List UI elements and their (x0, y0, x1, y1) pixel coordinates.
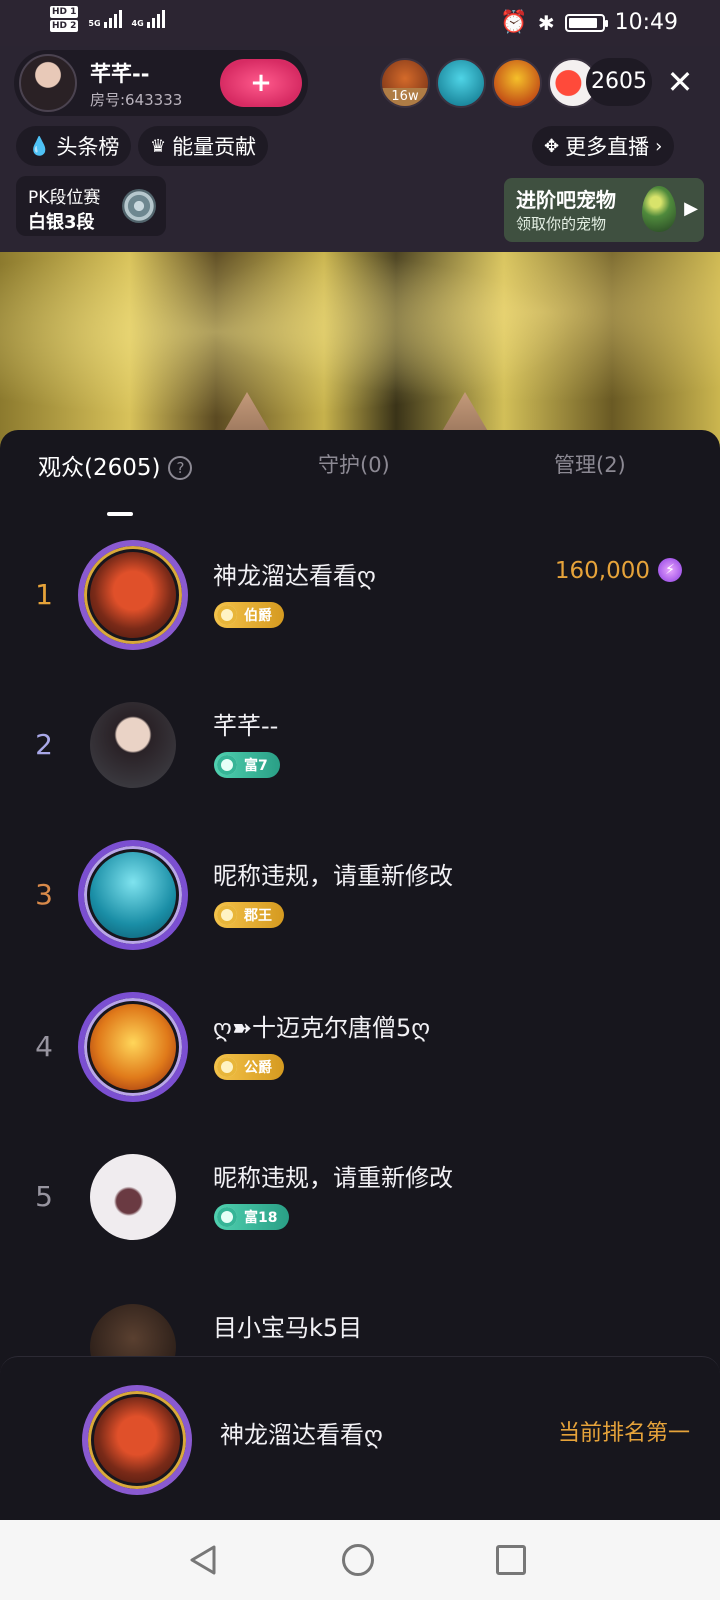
user-name: 昵称违规，请重新修改 (213, 1164, 453, 1192)
host-avatar[interactable] (19, 54, 77, 112)
top-viewers: 16w (380, 56, 604, 110)
help-icon[interactable]: ? (168, 456, 193, 480)
user-name: 昵称违规，请重新修改 (213, 862, 453, 890)
user-name: 芊芊-- (213, 712, 279, 740)
hd2-badge: HD 2 (50, 20, 79, 32)
pk-rank: 白银3段 (28, 212, 95, 233)
net-4g-label: 4G (131, 19, 144, 28)
audience-row[interactable]: 5 昵称违规，请重新修改 富18 (0, 1132, 720, 1262)
avatar-frame (82, 1385, 192, 1495)
user-name: 目小宝马k5目 (213, 1314, 363, 1342)
wealth-badge: 富7 (214, 752, 280, 778)
more-live-chip[interactable]: ✥ 更多直播 › (532, 126, 675, 166)
user-name: 神龙溜达看看ღ (213, 562, 376, 590)
host-info[interactable]: 芊芊-- 房号:643333 + (14, 50, 308, 116)
more-live-label: 更多直播 (565, 135, 650, 159)
tab-audience[interactable]: 观众(2605)? (38, 448, 193, 482)
rank-number: 1 (35, 578, 53, 611)
pet-egg-icon (642, 186, 676, 232)
system-nav-bar (0, 1520, 720, 1600)
pk-rank-icon (122, 189, 156, 223)
avatar-frame (78, 540, 188, 650)
pet-subtitle: 领取你的宠物 (516, 215, 607, 233)
user-avatar[interactable] (90, 702, 176, 788)
drop-icon: 💧 (28, 135, 51, 157)
viewer-count[interactable]: 2605 (586, 58, 652, 106)
live-room-screen: HD 1 HD 2 5G 4G ⏰ ✱ 10:49 芊芊-- 房号:643333… (0, 0, 720, 1600)
audience-row[interactable]: 1 神龙溜达看看ღ 伯爵 160,000 ⚡ (0, 530, 720, 660)
rank-number: 3 (35, 878, 53, 911)
net-5g-label: 5G (88, 19, 101, 28)
audience-row[interactable]: 3 昵称违规，请重新修改 郡王 (0, 830, 720, 960)
energy-chip[interactable]: ♛ 能量贡献 (138, 126, 269, 166)
headline-rank-chip[interactable]: 💧 头条榜 (16, 126, 132, 166)
energy-bolt-icon: ⚡ (658, 558, 682, 582)
status-bar: HD 1 HD 2 5G 4G ⏰ ✱ 10:49 (0, 0, 720, 46)
audience-row[interactable]: 2 芊芊-- 富7 (0, 680, 720, 810)
panel-tabs: 观众(2605)? 守护(0) 管理(2) (0, 448, 720, 516)
user-name: ღ➽十迈克尔唐僧5ღ (213, 1014, 431, 1042)
follow-button[interactable]: + (220, 59, 302, 107)
energy-label: 能量贡献 (172, 135, 257, 159)
contribution-score: 160,000 (554, 558, 650, 584)
play-arrow-icon: ▶ (684, 198, 698, 219)
viewer-avatar[interactable]: 16w (380, 58, 430, 108)
audience-row[interactable]: 4 ღ➽十迈克尔唐僧5ღ 公爵 (0, 982, 720, 1112)
close-icon[interactable]: ✕ (660, 60, 700, 104)
chevron-right-icon: › (655, 135, 663, 157)
host-name: 芊芊-- (90, 62, 150, 86)
level-badge: 公爵 (214, 1054, 284, 1080)
my-rank-bar: 神龙溜达看看ღ 当前排名第一 (0, 1356, 720, 1520)
signal-5g-icon: 5G (88, 10, 122, 28)
room-number: 房号:643333 (90, 91, 183, 109)
signal-4g-icon: 4G (132, 10, 165, 28)
crown-icon: ♛ (150, 135, 167, 157)
grid-icon: ✥ (544, 135, 560, 157)
tab-admin[interactable]: 管理(2) (554, 449, 626, 479)
rank-number: 4 (35, 1030, 53, 1063)
hd-indicators: HD 1 HD 2 (50, 6, 79, 32)
pk-title: PK段位赛 (28, 188, 101, 208)
my-rank-status: 当前排名第一 (557, 1421, 690, 1446)
clock: 10:49 (614, 10, 678, 35)
my-name: 神龙溜达看看ღ (220, 1421, 383, 1449)
avatar-frame (78, 992, 188, 1102)
bluetooth-icon: ✱ (537, 10, 555, 35)
battery-icon (564, 13, 608, 32)
tab-active-indicator (107, 512, 133, 516)
tab-audience-label: 观众(2605) (38, 455, 161, 481)
alarm-icon: ⏰ (500, 10, 528, 35)
hd1-badge: HD 1 (50, 6, 79, 18)
avatar-frame (78, 840, 188, 950)
wealth-badge: 富18 (214, 1204, 290, 1230)
viewer-avatar[interactable] (492, 58, 542, 108)
pk-rank-card[interactable]: PK段位赛 白银3段 (16, 176, 166, 236)
headline-rank-label: 头条榜 (56, 135, 120, 159)
level-badge: 郡王 (214, 902, 284, 928)
level-badge: 伯爵 (214, 602, 284, 628)
pet-banner[interactable]: 进阶吧宠物 领取你的宠物 ▶ (504, 178, 704, 242)
live-stream-video (0, 252, 720, 452)
viewer-avatar[interactable] (436, 58, 486, 108)
rank-number: 5 (35, 1180, 53, 1213)
pet-title: 进阶吧宠物 (516, 188, 616, 212)
status-right: ⏰ ✱ 10:49 (500, 10, 678, 35)
signal-group: HD 1 HD 2 5G 4G (50, 6, 165, 32)
back-icon[interactable] (188, 1544, 218, 1576)
user-avatar[interactable] (90, 1154, 176, 1240)
viewer-badge: 16w (382, 88, 428, 106)
recents-icon[interactable] (496, 1545, 526, 1575)
rank-number: 2 (35, 728, 53, 761)
tab-guard[interactable]: 守护(0) (318, 449, 390, 479)
home-icon[interactable] (342, 1544, 374, 1576)
